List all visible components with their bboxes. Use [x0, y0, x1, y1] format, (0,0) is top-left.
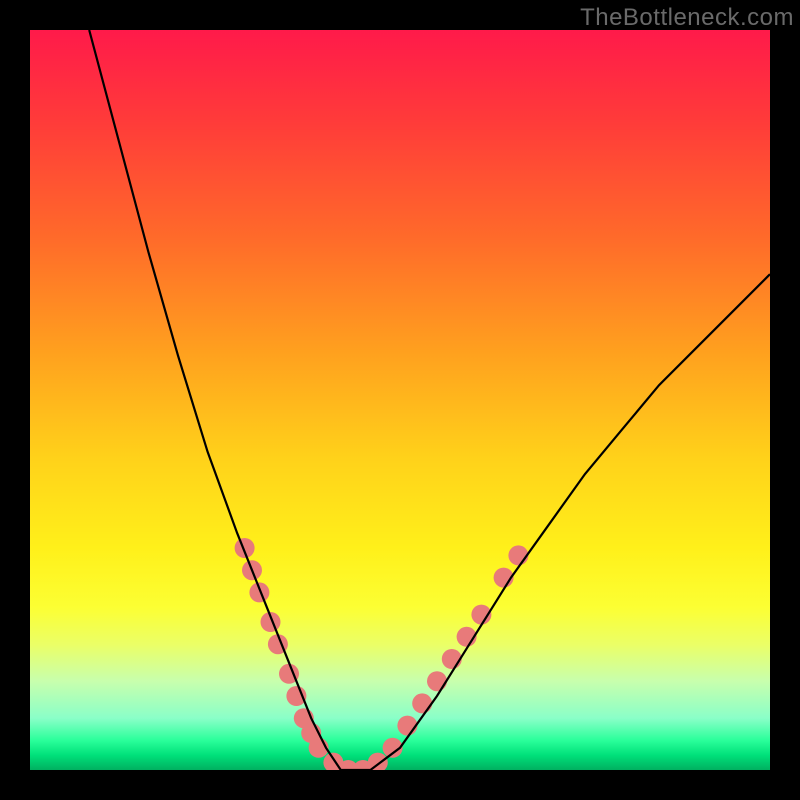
data-marker	[412, 693, 432, 713]
watermark-label: TheBottleneck.com	[580, 4, 794, 32]
data-marker	[397, 716, 417, 736]
marker-layer	[235, 538, 529, 770]
plot-area	[30, 30, 770, 770]
data-marker	[427, 671, 447, 691]
data-marker	[235, 538, 255, 558]
curve-line	[89, 30, 770, 770]
data-marker	[368, 753, 388, 770]
chart-frame: TheBottleneck.com	[0, 0, 800, 800]
data-marker	[508, 545, 528, 565]
data-marker	[442, 649, 462, 669]
bottleneck-curve	[30, 30, 770, 770]
data-marker	[249, 582, 269, 602]
